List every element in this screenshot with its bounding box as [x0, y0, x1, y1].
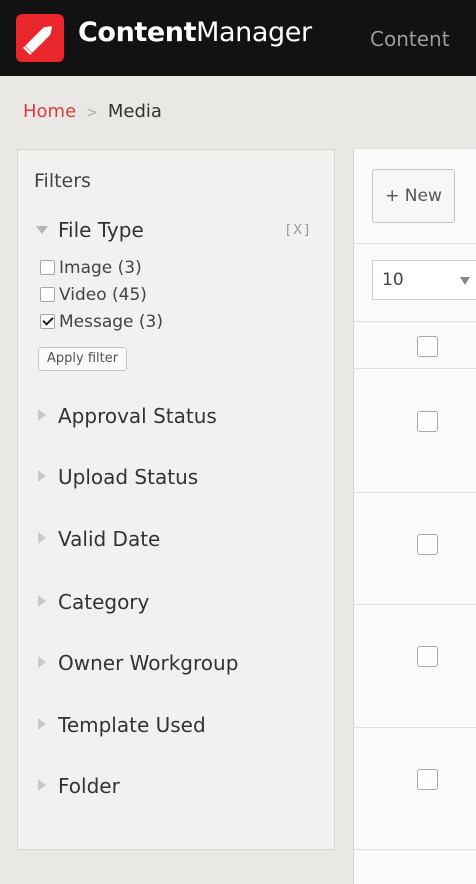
divider — [354, 243, 476, 244]
file-type-label: File Type — [58, 218, 144, 242]
expand-triangle-icon — [38, 470, 46, 482]
select-all-checkbox[interactable] — [417, 336, 438, 357]
filter-option-image[interactable]: Image (3) — [40, 258, 142, 278]
breadcrumb-home-link[interactable]: Home — [23, 101, 76, 122]
page-size-value: 10 — [382, 270, 404, 290]
row-divider — [354, 727, 476, 728]
filters-panel: Filters File Type [X] Image (3) Video (4… — [17, 149, 335, 850]
nav-item-content[interactable]: Content — [370, 27, 450, 51]
expand-triangle-icon — [38, 409, 46, 421]
pencil-logo-icon[interactable] — [16, 14, 64, 62]
media-list-panel: + New 10 — [353, 149, 476, 884]
dropdown-arrow-icon — [460, 277, 470, 285]
filter-option-label: Image (3) — [59, 258, 142, 278]
top-bar: ContentManager Content — [0, 0, 476, 76]
filter-group-upload-status[interactable]: Upload Status — [38, 465, 198, 489]
filter-option-label: Message (3) — [59, 312, 163, 332]
checkbox[interactable] — [40, 260, 55, 275]
filter-group-label: Valid Date — [58, 527, 161, 551]
filter-option-video[interactable]: Video (45) — [40, 285, 147, 305]
filter-group-category[interactable]: Category — [38, 590, 149, 614]
row-checkbox[interactable] — [417, 769, 438, 790]
checkbox-checked[interactable] — [40, 314, 55, 329]
filter-group-label: Approval Status — [58, 404, 217, 428]
filter-option-label: Video (45) — [59, 285, 147, 305]
breadcrumb-separator: > — [86, 105, 98, 121]
collapse-triangle-icon — [36, 226, 48, 234]
checkbox[interactable] — [40, 287, 55, 302]
filters-title: Filters — [34, 170, 91, 192]
row-divider — [354, 849, 476, 850]
apply-filter-button[interactable]: Apply filter — [38, 347, 128, 371]
brand-title[interactable]: ContentManager — [78, 17, 312, 48]
expand-triangle-icon — [38, 779, 46, 791]
new-button[interactable]: + New — [372, 169, 455, 223]
filter-group-label: Folder — [58, 774, 120, 798]
breadcrumb: Home > Media — [23, 101, 162, 122]
filter-group-label: Owner Workgroup — [58, 651, 239, 675]
expand-triangle-icon — [38, 656, 46, 668]
filter-group-approval-status[interactable]: Approval Status — [38, 404, 217, 428]
file-type-filter-header[interactable]: File Type — [36, 218, 144, 242]
row-divider — [354, 604, 476, 605]
filter-group-valid-date[interactable]: Valid Date — [38, 527, 160, 551]
breadcrumb-current: Media — [107, 101, 162, 122]
clear-filter-button[interactable]: [X] — [286, 223, 311, 238]
row-divider — [354, 492, 476, 493]
row-checkbox[interactable] — [417, 646, 438, 667]
page-size-select[interactable]: 10 — [372, 260, 476, 300]
table-header-divider — [354, 368, 476, 369]
filter-group-folder[interactable]: Folder — [38, 774, 120, 798]
expand-triangle-icon — [38, 532, 46, 544]
filter-option-message[interactable]: Message (3) — [40, 312, 163, 332]
filter-group-label: Template Used — [58, 713, 206, 737]
expand-triangle-icon — [38, 718, 46, 730]
filter-group-label: Category — [58, 590, 150, 614]
row-checkbox[interactable] — [417, 411, 438, 432]
row-checkbox[interactable] — [417, 534, 438, 555]
expand-triangle-icon — [38, 595, 46, 607]
filter-group-template-used[interactable]: Template Used — [38, 713, 206, 737]
divider — [354, 321, 476, 322]
filter-group-label: Upload Status — [58, 465, 199, 489]
filter-group-owner-workgroup[interactable]: Owner Workgroup — [38, 651, 238, 675]
